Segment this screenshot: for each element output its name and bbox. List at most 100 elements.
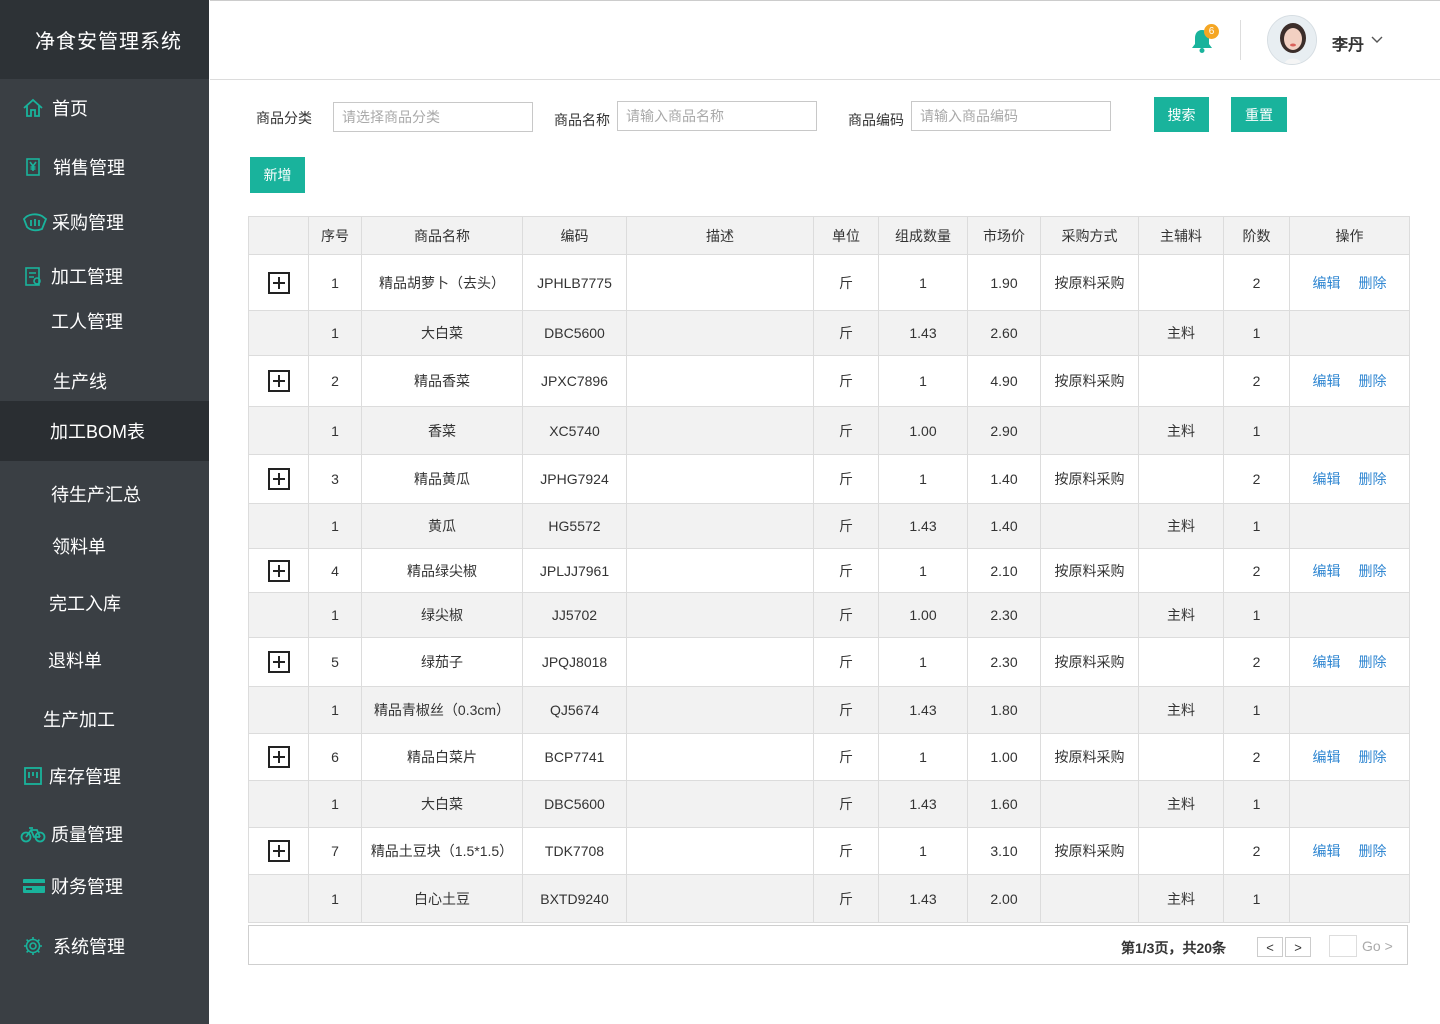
page-jump-input[interactable] <box>1329 935 1357 957</box>
sidebar-item-label: 退料单 <box>48 651 102 671</box>
cell-qty: 1 <box>878 733 968 781</box>
edit-link[interactable]: 编辑 <box>1313 563 1341 579</box>
column-header <box>248 216 309 255</box>
edit-link[interactable]: 编辑 <box>1313 275 1341 291</box>
sidebar-item-sales[interactable]: 销售管理 <box>0 142 209 192</box>
cell-seq: 1 <box>308 686 362 734</box>
delete-link[interactable]: 删除 <box>1359 654 1387 670</box>
sidebar-item-label: 领料单 <box>52 537 106 557</box>
pagination: 第1/3页，共20条 < > Go > <box>248 925 1408 965</box>
cell-level: 1 <box>1223 874 1290 923</box>
sidebar-item-label: 库存管理 <box>49 767 121 787</box>
add-button[interactable]: 新增 <box>250 157 305 193</box>
delete-link[interactable]: 删除 <box>1359 843 1387 859</box>
edit-link[interactable]: 编辑 <box>1313 654 1341 670</box>
category-select[interactable] <box>333 102 533 132</box>
sidebar-item-material-requisition[interactable]: 领料单 <box>0 521 209 571</box>
edit-link[interactable]: 编辑 <box>1313 843 1341 859</box>
cell-method: 按原料采购 <box>1040 733 1139 781</box>
cell-level: 1 <box>1223 406 1290 455</box>
cell-price: 1.80 <box>967 686 1041 734</box>
actions-cell <box>1289 686 1410 734</box>
expand-plus-icon[interactable] <box>267 746 290 768</box>
cell-name: 精品土豆块（1.5*1.5） <box>361 827 523 875</box>
sidebar-item-bom[interactable]: 加工BOM表 <box>0 401 209 461</box>
edit-link[interactable]: 编辑 <box>1313 373 1341 389</box>
sidebar-item-purchase[interactable]: 采购管理 <box>0 197 209 247</box>
reset-button[interactable]: 重置 <box>1231 97 1287 132</box>
next-page-button[interactable]: > <box>1285 937 1311 957</box>
expand-cell <box>248 733 309 781</box>
expand-cell <box>248 686 309 734</box>
sidebar-item-workers[interactable]: 工人管理 <box>0 296 209 346</box>
sidebar-item-finance[interactable]: 财务管理 <box>0 861 209 911</box>
cell-level: 2 <box>1223 254 1290 311</box>
sidebar-item-label: 待生产汇总 <box>51 485 141 505</box>
cell-desc <box>626 254 814 311</box>
avatar[interactable] <box>1267 15 1317 65</box>
warehouse-icon <box>22 765 44 787</box>
expand-plus-icon[interactable] <box>267 468 290 490</box>
cell-method <box>1040 686 1139 734</box>
sidebar-item-pending-summary[interactable]: 待生产汇总 <box>0 469 209 519</box>
prev-page-button[interactable]: < <box>1257 937 1283 957</box>
expand-cell <box>248 310 309 356</box>
delete-link[interactable]: 删除 <box>1359 471 1387 487</box>
expand-plus-icon[interactable] <box>267 559 290 582</box>
sidebar-item-quality[interactable]: 质量管理 <box>0 809 209 859</box>
code-input[interactable] <box>911 101 1111 131</box>
cell-name: 精品青椒丝（0.3cm） <box>361 686 523 734</box>
delete-link[interactable]: 删除 <box>1359 275 1387 291</box>
user-name[interactable]: 李丹 <box>1332 31 1364 55</box>
cell-seq: 1 <box>308 310 362 356</box>
column-header: 单位 <box>813 216 879 255</box>
cell-qty: 1 <box>878 548 968 593</box>
expand-plus-icon[interactable] <box>267 271 290 294</box>
expand-plus-icon[interactable] <box>267 370 290 392</box>
go-button[interactable]: Go > <box>1362 938 1393 954</box>
column-header: 阶数 <box>1223 216 1290 255</box>
cell-code: JPLJJ7961 <box>522 548 627 593</box>
cell-seq: 1 <box>308 780 362 828</box>
chevron-down-icon[interactable] <box>1370 33 1384 47</box>
edit-link[interactable]: 编辑 <box>1313 749 1341 765</box>
cell-material: 主料 <box>1138 503 1224 549</box>
expand-plus-icon[interactable] <box>267 651 290 673</box>
cell-price: 1.00 <box>967 733 1041 781</box>
cell-qty: 1.43 <box>878 686 968 734</box>
name-label: 商品名称 <box>554 112 610 128</box>
cell-qty: 1.43 <box>878 310 968 356</box>
delete-link[interactable]: 删除 <box>1359 749 1387 765</box>
cell-method <box>1040 310 1139 356</box>
cell-method: 按原料采购 <box>1040 548 1139 593</box>
cell-material: 主料 <box>1138 310 1224 356</box>
expand-plus-icon[interactable] <box>267 840 290 862</box>
search-button[interactable]: 搜索 <box>1154 97 1209 132</box>
sidebar-item-label: 加工BOM表 <box>50 422 146 442</box>
sidebar-item-home[interactable]: 首页 <box>0 83 209 133</box>
edit-link[interactable]: 编辑 <box>1313 471 1341 487</box>
sidebar-item-system[interactable]: 系统管理 <box>0 921 209 971</box>
sidebar-item-production-processing[interactable]: 生产加工 <box>0 694 209 744</box>
column-header: 组成数量 <box>878 216 968 255</box>
cell-code: JPHG7924 <box>522 454 627 504</box>
cell-name: 大白菜 <box>361 780 523 828</box>
delete-link[interactable]: 删除 <box>1359 563 1387 579</box>
expand-cell <box>248 254 309 311</box>
sidebar-item-material-return[interactable]: 退料单 <box>0 635 209 685</box>
name-input[interactable] <box>617 101 817 131</box>
cell-material <box>1138 548 1224 593</box>
sidebar-item-completion-storage[interactable]: 完工入库 <box>0 578 209 628</box>
sidebar-item-label: 系统管理 <box>53 937 125 957</box>
expand-cell <box>248 454 309 504</box>
sidebar-item-processing[interactable]: 加工管理 <box>0 251 209 301</box>
sidebar-item-production-line[interactable]: 生产线 <box>0 356 209 406</box>
category-label: 商品分类 <box>256 110 312 126</box>
cell-name: 精品白菜片 <box>361 733 523 781</box>
cell-unit: 斤 <box>813 548 879 593</box>
delete-link[interactable]: 删除 <box>1359 373 1387 389</box>
cell-seq: 1 <box>308 254 362 311</box>
cell-desc <box>626 548 814 593</box>
sidebar-item-inventory[interactable]: 库存管理 <box>0 751 209 801</box>
cell-name: 精品黄瓜 <box>361 454 523 504</box>
